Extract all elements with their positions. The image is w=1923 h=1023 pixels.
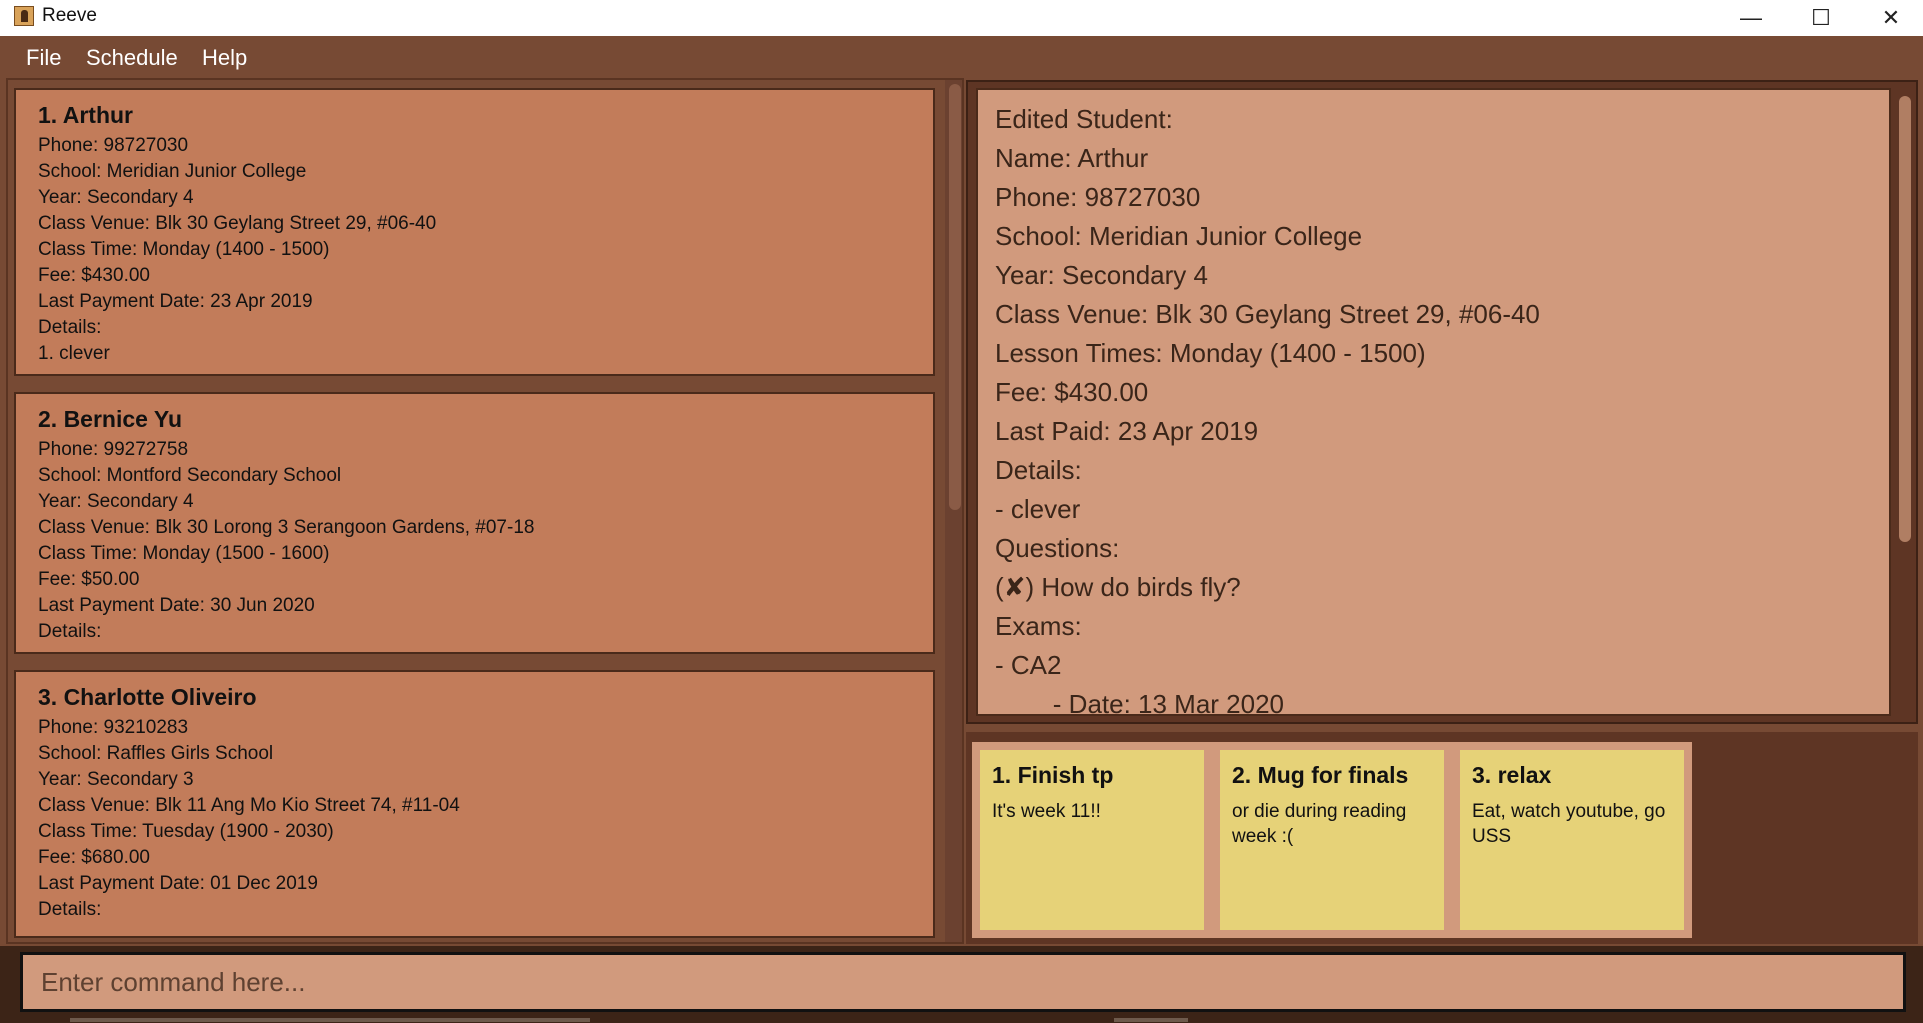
detail-question-item: (✘) How do birds fly? [995, 572, 1241, 602]
detail-phone: Phone: 98727030 [995, 182, 1201, 212]
notes-panel: 1. Finish tp It's week 11!! 2. Mug for f… [966, 732, 1918, 944]
student-year: Year: Secondary 4 [38, 187, 194, 208]
note-title: 2. Mug for finals [1232, 762, 1409, 788]
detail-name: Name: Arthur [995, 143, 1149, 173]
student-name: 1. Arthur [38, 102, 133, 128]
command-input[interactable] [20, 952, 1906, 1012]
detail-year: Year: Secondary 4 [995, 260, 1208, 290]
student-last-payment: Last Payment Date: 23 Apr 2019 [38, 291, 313, 312]
detail-school: School: Meridian Junior College [995, 221, 1363, 251]
detail-detail-item: - clever [995, 494, 1081, 524]
detail-scroll-thumb[interactable] [1899, 96, 1911, 542]
student-fee: Fee: $50.00 [38, 569, 140, 590]
close-button[interactable]: ✕ [1856, 0, 1923, 36]
detail-last-paid: Last Paid: 23 Apr 2019 [995, 416, 1259, 446]
student-school: School: Montford Secondary School [38, 465, 342, 486]
student-class-time: Class Time: Tuesday (1900 - 2030) [38, 821, 334, 842]
student-details-label: Details: [38, 621, 102, 642]
student-card-2[interactable]: 2. Bernice Yu Phone: 99272758 School: Mo… [14, 392, 935, 654]
note-title: 1. Finish tp [992, 762, 1114, 788]
note-title: 3. relax [1472, 762, 1552, 788]
bottom-scroll-indicator-2 [1114, 1018, 1188, 1022]
student-class-time: Class Time: Monday (1400 - 1500) [38, 239, 330, 260]
detail-exam-date: - Date: 13 Mar 2020 [995, 689, 1285, 716]
detail-exam-item: - CA2 [995, 650, 1062, 680]
note-card-3[interactable]: 3. relax Eat, watch youtube, go USS [1460, 750, 1684, 930]
detail-scrollbar[interactable] [1895, 90, 1913, 720]
student-phone: Phone: 98727030 [38, 135, 189, 156]
student-details-label: Details: [38, 899, 102, 920]
note-description: or die during reading week :( [1232, 801, 1407, 847]
app-icon [14, 6, 34, 26]
menu-schedule[interactable]: Schedule [86, 45, 178, 71]
title-bar: Reeve — ☐ ✕ [0, 0, 1923, 36]
detail-lesson-times: Lesson Times: Monday (1400 - 1500) [995, 338, 1426, 368]
result-display: Edited Student: Name: Arthur Phone: 9872… [976, 88, 1891, 716]
detail-details-label: Details: [995, 455, 1082, 485]
student-venue: Class Venue: Blk 11 Ang Mo Kio Street 74… [38, 795, 460, 816]
command-area [0, 946, 1923, 1023]
student-card-1[interactable]: 1. Arthur Phone: 98727030 School: Meridi… [14, 88, 935, 376]
student-list-scroll-thumb[interactable] [949, 84, 961, 510]
menu-bar: File Schedule Help [0, 36, 1923, 78]
detail-fee: Fee: $430.00 [995, 377, 1149, 407]
minimize-button[interactable]: — [1716, 0, 1786, 36]
student-school: School: Raffles Girls School [38, 743, 274, 764]
student-venue: Class Venue: Blk 30 Lorong 3 Serangoon G… [38, 517, 535, 538]
window-title: Reeve [42, 5, 97, 26]
student-name: 3. Charlotte Oliveiro [38, 684, 257, 710]
student-class-time: Class Time: Monday (1500 - 1600) [38, 543, 330, 564]
note-description: It's week 11!! [992, 801, 1101, 822]
note-card-2[interactable]: 2. Mug for finals or die during reading … [1220, 750, 1444, 930]
maximize-button[interactable]: ☐ [1786, 0, 1856, 36]
menu-file[interactable]: File [26, 45, 61, 71]
student-detail-item: 1. clever [38, 343, 110, 364]
note-card-1[interactable]: 1. Finish tp It's week 11!! [980, 750, 1204, 930]
student-fee: Fee: $680.00 [38, 847, 150, 868]
student-last-payment: Last Payment Date: 01 Dec 2019 [38, 873, 318, 894]
student-list[interactable]: 1. Arthur Phone: 98727030 School: Meridi… [6, 78, 964, 944]
student-year: Year: Secondary 3 [38, 769, 194, 790]
detail-header: Edited Student: [995, 104, 1173, 134]
student-school: School: Meridian Junior College [38, 161, 307, 182]
detail-questions-label: Questions: [995, 533, 1120, 563]
student-phone: Phone: 93210283 [38, 717, 189, 738]
detail-exams-label: Exams: [995, 611, 1082, 641]
student-year: Year: Secondary 4 [38, 491, 194, 512]
note-description: Eat, watch youtube, go USS [1472, 801, 1666, 847]
student-venue: Class Venue: Blk 30 Geylang Street 29, #… [38, 213, 437, 234]
menu-help[interactable]: Help [202, 45, 247, 71]
student-card-3[interactable]: 3. Charlotte Oliveiro Phone: 93210283 Sc… [14, 670, 935, 938]
bottom-scroll-indicator [70, 1018, 590, 1022]
student-details-label: Details: [38, 317, 102, 338]
detail-venue: Class Venue: Blk 30 Geylang Street 29, #… [995, 299, 1540, 329]
student-fee: Fee: $430.00 [38, 265, 150, 286]
student-last-payment: Last Payment Date: 30 Jun 2020 [38, 595, 315, 616]
student-name: 2. Bernice Yu [38, 406, 183, 432]
student-phone: Phone: 99272758 [38, 439, 189, 460]
detail-panel: Edited Student: Name: Arthur Phone: 9872… [966, 80, 1918, 724]
